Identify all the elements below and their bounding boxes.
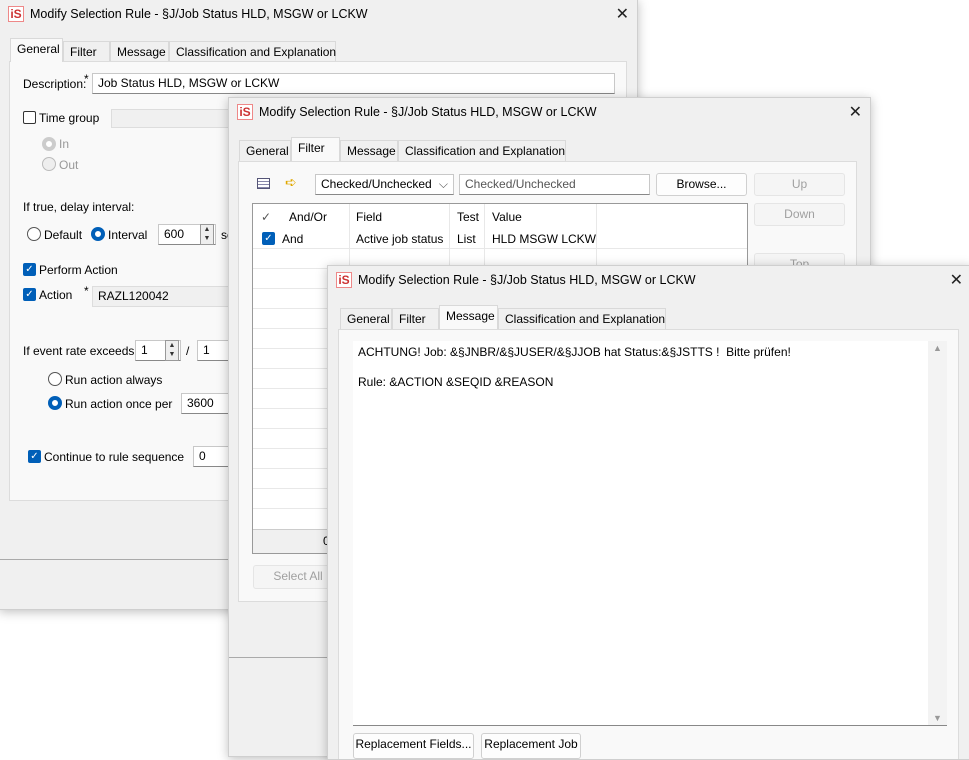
in-radio (42, 137, 56, 151)
close-icon[interactable]: ✕ (849, 102, 862, 122)
continue-checkbox[interactable]: ✓ (28, 450, 41, 463)
window-title: Modify Selection Rule - §J/Job Status HL… (30, 6, 368, 21)
tab-filter[interactable]: Filter (392, 308, 439, 329)
field-combo[interactable]: Checked/Unchecked ⌵ (315, 174, 454, 195)
column-check[interactable]: ✓ (261, 210, 271, 224)
tab-general[interactable]: General (239, 140, 291, 161)
run-always-radio[interactable] (48, 372, 62, 386)
tab-classification[interactable]: Classification and Explanation (398, 140, 566, 161)
message-line-2: Rule: &ACTION &SEQID &REASON (358, 375, 554, 389)
row-test: List (457, 232, 476, 246)
tab-general[interactable]: General (10, 38, 63, 62)
continue-label: Continue to rule sequence (44, 450, 185, 464)
perform-action-checkbox[interactable]: ✓ (23, 263, 36, 276)
scroll-down-icon[interactable]: ▼ (933, 713, 942, 723)
app-logo-icon: iS (336, 271, 352, 288)
column-value[interactable]: Value (492, 210, 522, 224)
event-rate-label: If event rate exceeds (23, 344, 135, 358)
tab-filter[interactable]: Filter (291, 137, 340, 161)
close-icon[interactable]: ✕ (616, 4, 629, 24)
run-once-input[interactable]: 3600 (181, 393, 231, 414)
tab-message[interactable]: Message (340, 140, 398, 161)
action-input[interactable]: RAZL120042 (92, 286, 232, 307)
interval-label: Interval (108, 228, 148, 242)
field-combo-value: Checked/Unchecked (321, 177, 432, 191)
up-button[interactable]: Up (754, 173, 845, 196)
perform-action-label: Perform Action (39, 263, 118, 277)
run-once-radio[interactable] (48, 396, 62, 410)
slash-label: / (186, 344, 190, 358)
row-value: HLD MSGW LCKW (492, 232, 597, 246)
run-always-label: Run action always (65, 373, 163, 387)
required-mark: * (84, 72, 89, 86)
tab-classification[interactable]: Classification and Explanation (498, 308, 666, 329)
out-radio (42, 157, 56, 171)
delay-label: If true, delay interval: (23, 200, 135, 214)
arrow-right-icon[interactable]: ➪ (285, 174, 297, 191)
column-field[interactable]: Field (356, 210, 382, 224)
default-radio[interactable] (27, 227, 41, 241)
time-group-label: Time group (39, 111, 100, 125)
tab-message[interactable]: Message (439, 305, 498, 329)
action-checkbox[interactable]: ✓ (23, 288, 36, 301)
window-title: Modify Selection Rule - §J/Job Status HL… (358, 272, 696, 287)
list-view-icon[interactable] (257, 178, 270, 189)
interval-spinner[interactable]: ▲ ▼ (200, 224, 214, 245)
message-line-1: ACHTUNG! Job: &§JNBR/&§JUSER/&§JJOB hat … (358, 345, 791, 359)
out-label: Out (59, 158, 79, 172)
message-textarea[interactable]: ACHTUNG! Job: &§JNBR/&§JUSER/&§JJOB hat … (353, 341, 947, 726)
dialog-message: iS Modify Selection Rule - §J/Job Status … (327, 265, 969, 760)
in-label: In (59, 137, 70, 151)
title-bar: iS Modify Selection Rule - §J/Job Status … (0, 0, 637, 27)
row-field: Active job status (356, 232, 444, 246)
app-logo-icon: iS (237, 103, 253, 120)
time-group-checkbox[interactable] (23, 111, 36, 124)
tab-message[interactable]: Message (110, 41, 169, 62)
down-button[interactable]: Down (754, 203, 845, 226)
column-andor[interactable]: And/Or (289, 210, 327, 224)
chevron-down-icon: ⌵ (438, 177, 448, 191)
continue-input[interactable]: 0 (193, 446, 233, 467)
title-bar: iS Modify Selection Rule - §J/Job Status … (328, 266, 969, 293)
tab-general[interactable]: General (340, 308, 392, 329)
scrollbar[interactable]: ▲ ▼ (928, 341, 947, 725)
action-label: Action (39, 288, 73, 302)
replacement-job-button[interactable]: Replacement Job (481, 733, 581, 759)
scroll-up-icon[interactable]: ▲ (933, 343, 942, 353)
event-rate-spinner[interactable]: ▲ ▼ (165, 340, 179, 361)
interval-radio[interactable] (91, 227, 105, 241)
browse-button[interactable]: Browse... (656, 173, 747, 196)
close-icon[interactable]: ✕ (950, 270, 963, 290)
app-logo-icon: iS (8, 5, 24, 22)
replacement-fields-button[interactable]: Replacement Fields... (353, 733, 474, 759)
value-input[interactable]: Checked/Unchecked (459, 174, 650, 195)
action-required-mark: * (84, 284, 89, 298)
tab-classification[interactable]: Classification and Explanation (169, 41, 336, 62)
default-label: Default (44, 228, 83, 242)
title-bar: iS Modify Selection Rule - §J/Job Status … (229, 98, 870, 125)
run-once-label: Run action once per (65, 397, 173, 411)
column-test[interactable]: Test (457, 210, 479, 224)
tab-filter[interactable]: Filter (63, 41, 110, 62)
row-checkbox[interactable]: ✓ (262, 232, 275, 245)
row-andor: And (282, 232, 304, 246)
description-label: Description: (23, 77, 87, 91)
description-input[interactable]: Job Status HLD, MSGW or LCKW (92, 73, 615, 94)
window-title: Modify Selection Rule - §J/Job Status HL… (259, 104, 597, 119)
